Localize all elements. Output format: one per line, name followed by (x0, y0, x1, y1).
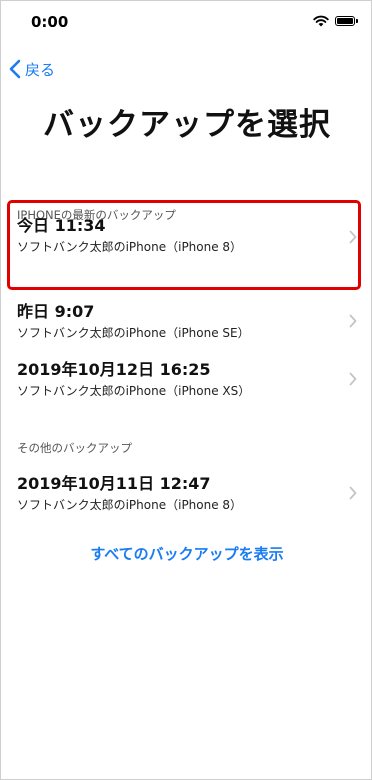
battery-cap (356, 19, 358, 23)
backup-device: ソフトバンク太郎のiPhone（iPhone XS） (17, 384, 251, 398)
backup-row[interactable]: 今日 11:34 ソフトバンク太郎のiPhone（iPhone 8） (1, 204, 371, 284)
backup-device: ソフトバンク太郎のiPhone（iPhone 8） (17, 498, 243, 512)
chevron-right-icon (349, 230, 357, 244)
chevron-right-icon (349, 314, 357, 328)
status-time: 0:00 (31, 13, 69, 31)
backup-date: 2019年10月12日 16:25 (17, 360, 211, 379)
backup-date: 今日 11:34 (17, 216, 106, 235)
backup-row[interactable]: 2019年10月12日 16:25 ソフトバンク太郎のiPhone（iPhone… (1, 350, 371, 408)
back-label: 戻る (25, 60, 56, 79)
backup-device: ソフトバンク太郎のiPhone（iPhone SE） (17, 326, 250, 340)
chevron-right-icon (349, 486, 357, 500)
battery-icon (335, 16, 355, 26)
backup-row[interactable]: 2019年10月11日 12:47 ソフトバンク太郎のiPhone（iPhone… (1, 464, 371, 522)
wifi-icon (313, 15, 329, 27)
show-all-backups-link[interactable]: すべてのバックアップを表示 (1, 543, 371, 564)
phone-screen: 0:00 戻る バックアップを選択 IPHONEの最新のバックアップ 今日 11… (0, 0, 372, 780)
back-button[interactable]: 戻る (9, 57, 55, 81)
backup-date: 2019年10月11日 12:47 (17, 474, 211, 493)
backup-row[interactable]: 昨日 9:07 ソフトバンク太郎のiPhone（iPhone SE） (1, 292, 371, 350)
chevron-right-icon (349, 372, 357, 386)
page-title: バックアップを選択 (43, 107, 331, 143)
backup-date: 昨日 9:07 (17, 302, 95, 321)
backup-device: ソフトバンク太郎のiPhone（iPhone 8） (17, 240, 243, 254)
chevron-left-icon (9, 59, 21, 79)
section-header-other: その他のバックアップ (17, 441, 132, 455)
